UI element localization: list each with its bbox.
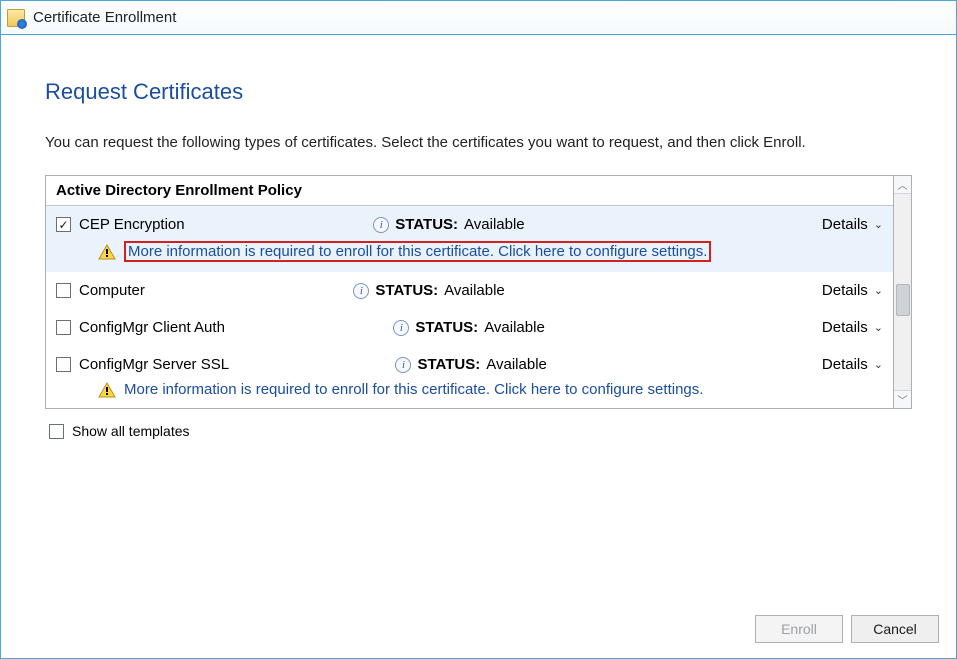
enroll-button-label: Enroll	[781, 621, 817, 637]
show-all-row: Show all templates	[45, 423, 912, 439]
details-button[interactable]: Details ⌄	[822, 282, 883, 299]
certificate-group: CEP Encryption i STATUS: Available Details ⌄ M…	[46, 206, 893, 272]
info-icon: i	[353, 283, 369, 299]
warning-icon	[98, 244, 116, 260]
more-info-row: More information is required to enroll f…	[46, 377, 893, 408]
scroll-down-button[interactable]: ﹀	[894, 390, 911, 408]
certificate-name: ConfigMgr Client Auth	[79, 319, 225, 336]
certificate-name: ConfigMgr Server SSL	[79, 356, 229, 373]
certificate-group: Computer i STATUS: Available Details ⌄	[46, 272, 893, 309]
info-icon: i	[373, 217, 389, 233]
status-label: STATUS:	[395, 216, 458, 233]
warning-icon	[98, 382, 116, 398]
status-value: Available	[486, 356, 547, 373]
cancel-button[interactable]: Cancel	[851, 615, 939, 643]
status-block: i STATUS: Available	[353, 282, 613, 299]
status-block: i STATUS: Available	[393, 319, 653, 336]
policy-header: Active Directory Enrollment Policy	[46, 176, 893, 206]
show-all-label: Show all templates	[72, 423, 190, 439]
status-block: i STATUS: Available	[373, 216, 633, 233]
show-all-checkbox[interactable]	[49, 424, 64, 439]
certificate-group: ConfigMgr Server SSL i STATUS: Available Det…	[46, 346, 893, 408]
cancel-button-label: Cancel	[873, 621, 917, 637]
chevron-down-icon: ⌄	[874, 358, 883, 371]
scroll-thumb[interactable]	[896, 284, 910, 316]
chevron-down-icon: ⌄	[874, 218, 883, 231]
certificate-name: CEP Encryption	[79, 216, 185, 233]
status-label: STATUS:	[417, 356, 480, 373]
policy-box: Active Directory Enrollment Policy CEP E…	[45, 175, 894, 409]
certificate-group: ConfigMgr Client Auth i STATUS: Available De…	[46, 309, 893, 346]
scroll-up-button[interactable]: ︿	[894, 176, 911, 194]
details-button[interactable]: Details ⌄	[822, 356, 883, 373]
certificate-row[interactable]: ConfigMgr Server SSL i STATUS: Available Det…	[46, 346, 893, 377]
dialog-footer: Enroll Cancel	[755, 615, 939, 643]
details-label: Details	[822, 319, 868, 336]
policy-box-wrapper: Active Directory Enrollment Policy CEP E…	[45, 175, 912, 409]
info-icon: i	[393, 320, 409, 336]
status-value: Available	[444, 282, 505, 299]
certificate-list: CEP Encryption i STATUS: Available Details ⌄ M…	[46, 206, 893, 408]
configure-settings-link[interactable]: More information is required to enroll f…	[124, 381, 703, 398]
status-label: STATUS:	[375, 282, 438, 299]
details-label: Details	[822, 282, 868, 299]
window-title: Certificate Enrollment	[33, 9, 176, 26]
status-block: i STATUS: Available	[395, 356, 655, 373]
details-button[interactable]: Details ⌄	[822, 216, 883, 233]
details-button[interactable]: Details ⌄	[822, 319, 883, 336]
enroll-button[interactable]: Enroll	[755, 615, 843, 643]
status-value: Available	[464, 216, 525, 233]
page-intro: You can request the following types of c…	[45, 133, 912, 153]
info-icon: i	[395, 357, 411, 373]
certificate-checkbox[interactable]	[56, 320, 71, 335]
certificate-checkbox[interactable]	[56, 357, 71, 372]
chevron-down-icon: ⌄	[874, 284, 883, 297]
details-label: Details	[822, 216, 868, 233]
chevron-down-icon: ⌄	[874, 321, 883, 334]
status-value: Available	[484, 319, 545, 336]
content-area: Request Certificates You can request the…	[1, 35, 956, 449]
certificate-checkbox[interactable]	[56, 283, 71, 298]
certificate-row[interactable]: Computer i STATUS: Available Details ⌄	[46, 272, 893, 303]
configure-settings-link[interactable]: More information is required to enroll f…	[124, 241, 711, 262]
title-bar: Certificate Enrollment	[1, 1, 956, 35]
details-label: Details	[822, 356, 868, 373]
certificate-row[interactable]: ConfigMgr Client Auth i STATUS: Available De…	[46, 309, 893, 340]
page-heading: Request Certificates	[45, 79, 912, 105]
certificate-icon	[7, 9, 25, 27]
certificate-row[interactable]: CEP Encryption i STATUS: Available Details ⌄	[46, 206, 893, 237]
scrollbar[interactable]: ︿ ﹀	[894, 175, 912, 409]
certificate-checkbox[interactable]	[56, 217, 71, 232]
more-info-row: More information is required to enroll f…	[46, 237, 893, 272]
status-label: STATUS:	[415, 319, 478, 336]
certificate-name: Computer	[79, 282, 145, 299]
